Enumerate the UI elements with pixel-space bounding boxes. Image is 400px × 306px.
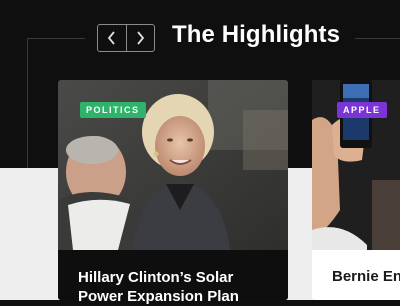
card-headline-2[interactable]: Bernie En: [332, 268, 400, 285]
header-divider-right: [355, 38, 400, 39]
chevron-right-icon: [137, 31, 145, 45]
card-headline[interactable]: Hillary Clinton’s Solar Power Expansion …: [78, 268, 278, 306]
carousel-next-button[interactable]: [125, 25, 155, 51]
category-badge-apple[interactable]: APPLE: [337, 102, 387, 118]
category-badge-politics[interactable]: POLITICS: [80, 102, 146, 118]
frame-line-left: [27, 38, 28, 168]
section-title: The Highlights: [172, 21, 341, 48]
header-divider-left: [27, 38, 85, 39]
carousel-prev-button[interactable]: [98, 25, 126, 51]
carousel-nav: [97, 24, 155, 52]
chevron-left-icon: [107, 31, 115, 45]
